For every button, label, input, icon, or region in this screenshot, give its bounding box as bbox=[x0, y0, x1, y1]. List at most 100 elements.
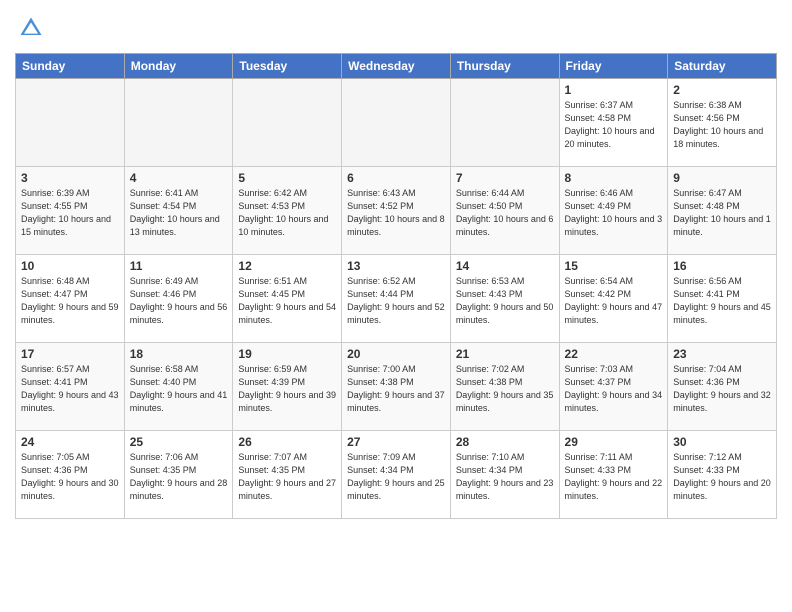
header-area bbox=[15, 10, 777, 47]
calendar-header: SundayMondayTuesdayWednesdayThursdayFrid… bbox=[16, 54, 777, 79]
day-number: 15 bbox=[565, 259, 663, 273]
week-row-1: 3 Sunrise: 6:39 AM Sunset: 4:55 PM Daylig… bbox=[16, 167, 777, 255]
day-number: 27 bbox=[347, 435, 445, 449]
calendar-cell: 27 Sunrise: 7:09 AM Sunset: 4:34 PM Dayli… bbox=[342, 431, 451, 519]
calendar-cell: 29Sunrise: 7:11 AM Sunset: 4:33 PM Dayli… bbox=[559, 431, 668, 519]
day-number: 25 bbox=[130, 435, 228, 449]
day-number: 1 bbox=[565, 83, 663, 97]
day-number: 4 bbox=[130, 171, 228, 185]
calendar-cell: 9Sunrise: 6:47 AM Sunset: 4:48 PM Daylig… bbox=[668, 167, 777, 255]
day-info: Sunrise: 6:44 AM Sunset: 4:50 PM Dayligh… bbox=[456, 187, 554, 239]
day-info: Sunrise: 6:46 AM Sunset: 4:49 PM Dayligh… bbox=[565, 187, 663, 239]
day-info: Sunrise: 6:51 AM Sunset: 4:45 PM Dayligh… bbox=[238, 275, 336, 327]
calendar-body: 1 Sunrise: 6:37 AM Sunset: 4:58 PM Daylig… bbox=[16, 79, 777, 519]
calendar-cell bbox=[450, 79, 559, 167]
calendar-cell: 10Sunrise: 6:48 AM Sunset: 4:47 PM Dayli… bbox=[16, 255, 125, 343]
weekday-header-friday: Friday bbox=[559, 54, 668, 79]
day-number: 26 bbox=[238, 435, 336, 449]
calendar-cell: 2 Sunrise: 6:38 AM Sunset: 4:56 PM Daylig… bbox=[668, 79, 777, 167]
calendar-cell bbox=[342, 79, 451, 167]
day-number: 13 bbox=[347, 259, 445, 273]
day-info: Sunrise: 6:37 AM Sunset: 4:58 PM Dayligh… bbox=[565, 99, 663, 151]
weekday-header-wednesday: Wednesday bbox=[342, 54, 451, 79]
day-info: Sunrise: 6:58 AM Sunset: 4:40 PM Dayligh… bbox=[130, 363, 228, 415]
day-info: Sunrise: 6:57 AM Sunset: 4:41 PM Dayligh… bbox=[21, 363, 119, 415]
calendar-cell: 16Sunrise: 6:56 AM Sunset: 4:41 PM Dayli… bbox=[668, 255, 777, 343]
day-info: Sunrise: 7:11 AM Sunset: 4:33 PM Dayligh… bbox=[565, 451, 663, 503]
day-info: Sunrise: 6:59 AM Sunset: 4:39 PM Dayligh… bbox=[238, 363, 336, 415]
logo-icon bbox=[17, 14, 45, 42]
calendar-cell: 1 Sunrise: 6:37 AM Sunset: 4:58 PM Daylig… bbox=[559, 79, 668, 167]
day-number: 18 bbox=[130, 347, 228, 361]
day-number: 17 bbox=[21, 347, 119, 361]
day-info: Sunrise: 7:03 AM Sunset: 4:37 PM Dayligh… bbox=[565, 363, 663, 415]
calendar-cell: 24 Sunrise: 7:05 AM Sunset: 4:36 PM Dayli… bbox=[16, 431, 125, 519]
calendar-cell bbox=[16, 79, 125, 167]
day-number: 20 bbox=[347, 347, 445, 361]
day-number: 7 bbox=[456, 171, 554, 185]
weekday-header-saturday: Saturday bbox=[668, 54, 777, 79]
calendar-cell: 8 Sunrise: 6:46 AM Sunset: 4:49 PM Daylig… bbox=[559, 167, 668, 255]
day-number: 2 bbox=[673, 83, 771, 97]
day-number: 6 bbox=[347, 171, 445, 185]
day-number: 12 bbox=[238, 259, 336, 273]
week-row-2: 10Sunrise: 6:48 AM Sunset: 4:47 PM Dayli… bbox=[16, 255, 777, 343]
day-number: 22 bbox=[565, 347, 663, 361]
day-number: 8 bbox=[565, 171, 663, 185]
logo bbox=[15, 14, 45, 47]
day-number: 21 bbox=[456, 347, 554, 361]
day-number: 5 bbox=[238, 171, 336, 185]
calendar-cell: 13 Sunrise: 6:52 AM Sunset: 4:44 PM Dayli… bbox=[342, 255, 451, 343]
day-info: Sunrise: 6:41 AM Sunset: 4:54 PM Dayligh… bbox=[130, 187, 228, 239]
calendar-cell: 18 Sunrise: 6:58 AM Sunset: 4:40 PM Dayli… bbox=[124, 343, 233, 431]
day-info: Sunrise: 6:49 AM Sunset: 4:46 PM Dayligh… bbox=[130, 275, 228, 327]
calendar-cell: 5 Sunrise: 6:42 AM Sunset: 4:53 PM Daylig… bbox=[233, 167, 342, 255]
calendar-cell: 17 Sunrise: 6:57 AM Sunset: 4:41 PM Dayli… bbox=[16, 343, 125, 431]
weekday-header-thursday: Thursday bbox=[450, 54, 559, 79]
page-container: SundayMondayTuesdayWednesdayThursdayFrid… bbox=[0, 0, 792, 529]
day-info: Sunrise: 6:48 AM Sunset: 4:47 PM Dayligh… bbox=[21, 275, 119, 327]
day-number: 23 bbox=[673, 347, 771, 361]
day-number: 11 bbox=[130, 259, 228, 273]
calendar-cell: 19 Sunrise: 6:59 AM Sunset: 4:39 PM Dayli… bbox=[233, 343, 342, 431]
day-info: Sunrise: 7:06 AM Sunset: 4:35 PM Dayligh… bbox=[130, 451, 228, 503]
calendar-cell bbox=[233, 79, 342, 167]
day-info: Sunrise: 7:09 AM Sunset: 4:34 PM Dayligh… bbox=[347, 451, 445, 503]
day-info: Sunrise: 7:05 AM Sunset: 4:36 PM Dayligh… bbox=[21, 451, 119, 503]
calendar-cell: 25 Sunrise: 7:06 AM Sunset: 4:35 PM Dayli… bbox=[124, 431, 233, 519]
day-info: Sunrise: 6:52 AM Sunset: 4:44 PM Dayligh… bbox=[347, 275, 445, 327]
day-info: Sunrise: 7:12 AM Sunset: 4:33 PM Dayligh… bbox=[673, 451, 771, 503]
calendar-cell: 26Sunrise: 7:07 AM Sunset: 4:35 PM Dayli… bbox=[233, 431, 342, 519]
day-info: Sunrise: 7:04 AM Sunset: 4:36 PM Dayligh… bbox=[673, 363, 771, 415]
calendar-cell: 3 Sunrise: 6:39 AM Sunset: 4:55 PM Daylig… bbox=[16, 167, 125, 255]
calendar-cell: 30 Sunrise: 7:12 AM Sunset: 4:33 PM Dayli… bbox=[668, 431, 777, 519]
calendar-cell: 12 Sunrise: 6:51 AM Sunset: 4:45 PM Dayli… bbox=[233, 255, 342, 343]
calendar: SundayMondayTuesdayWednesdayThursdayFrid… bbox=[15, 53, 777, 519]
weekday-row: SundayMondayTuesdayWednesdayThursdayFrid… bbox=[16, 54, 777, 79]
day-info: Sunrise: 6:38 AM Sunset: 4:56 PM Dayligh… bbox=[673, 99, 771, 151]
calendar-cell: 28 Sunrise: 7:10 AM Sunset: 4:34 PM Dayli… bbox=[450, 431, 559, 519]
day-info: Sunrise: 6:53 AM Sunset: 4:43 PM Dayligh… bbox=[456, 275, 554, 327]
day-info: Sunrise: 7:00 AM Sunset: 4:38 PM Dayligh… bbox=[347, 363, 445, 415]
weekday-header-monday: Monday bbox=[124, 54, 233, 79]
day-number: 28 bbox=[456, 435, 554, 449]
calendar-cell bbox=[124, 79, 233, 167]
day-info: Sunrise: 6:54 AM Sunset: 4:42 PM Dayligh… bbox=[565, 275, 663, 327]
calendar-cell: 21Sunrise: 7:02 AM Sunset: 4:38 PM Dayli… bbox=[450, 343, 559, 431]
day-number: 3 bbox=[21, 171, 119, 185]
day-number: 19 bbox=[238, 347, 336, 361]
day-info: Sunrise: 6:39 AM Sunset: 4:55 PM Dayligh… bbox=[21, 187, 119, 239]
calendar-cell: 22 Sunrise: 7:03 AM Sunset: 4:37 PM Dayli… bbox=[559, 343, 668, 431]
day-number: 30 bbox=[673, 435, 771, 449]
calendar-cell: 15 Sunrise: 6:54 AM Sunset: 4:42 PM Dayli… bbox=[559, 255, 668, 343]
week-row-3: 17 Sunrise: 6:57 AM Sunset: 4:41 PM Dayli… bbox=[16, 343, 777, 431]
day-info: Sunrise: 7:10 AM Sunset: 4:34 PM Dayligh… bbox=[456, 451, 554, 503]
weekday-header-tuesday: Tuesday bbox=[233, 54, 342, 79]
weekday-header-sunday: Sunday bbox=[16, 54, 125, 79]
calendar-cell: 23 Sunrise: 7:04 AM Sunset: 4:36 PM Dayli… bbox=[668, 343, 777, 431]
day-info: Sunrise: 6:42 AM Sunset: 4:53 PM Dayligh… bbox=[238, 187, 336, 239]
day-info: Sunrise: 6:43 AM Sunset: 4:52 PM Dayligh… bbox=[347, 187, 445, 239]
calendar-cell: 14Sunrise: 6:53 AM Sunset: 4:43 PM Dayli… bbox=[450, 255, 559, 343]
calendar-cell: 6 Sunrise: 6:43 AM Sunset: 4:52 PM Daylig… bbox=[342, 167, 451, 255]
day-number: 24 bbox=[21, 435, 119, 449]
